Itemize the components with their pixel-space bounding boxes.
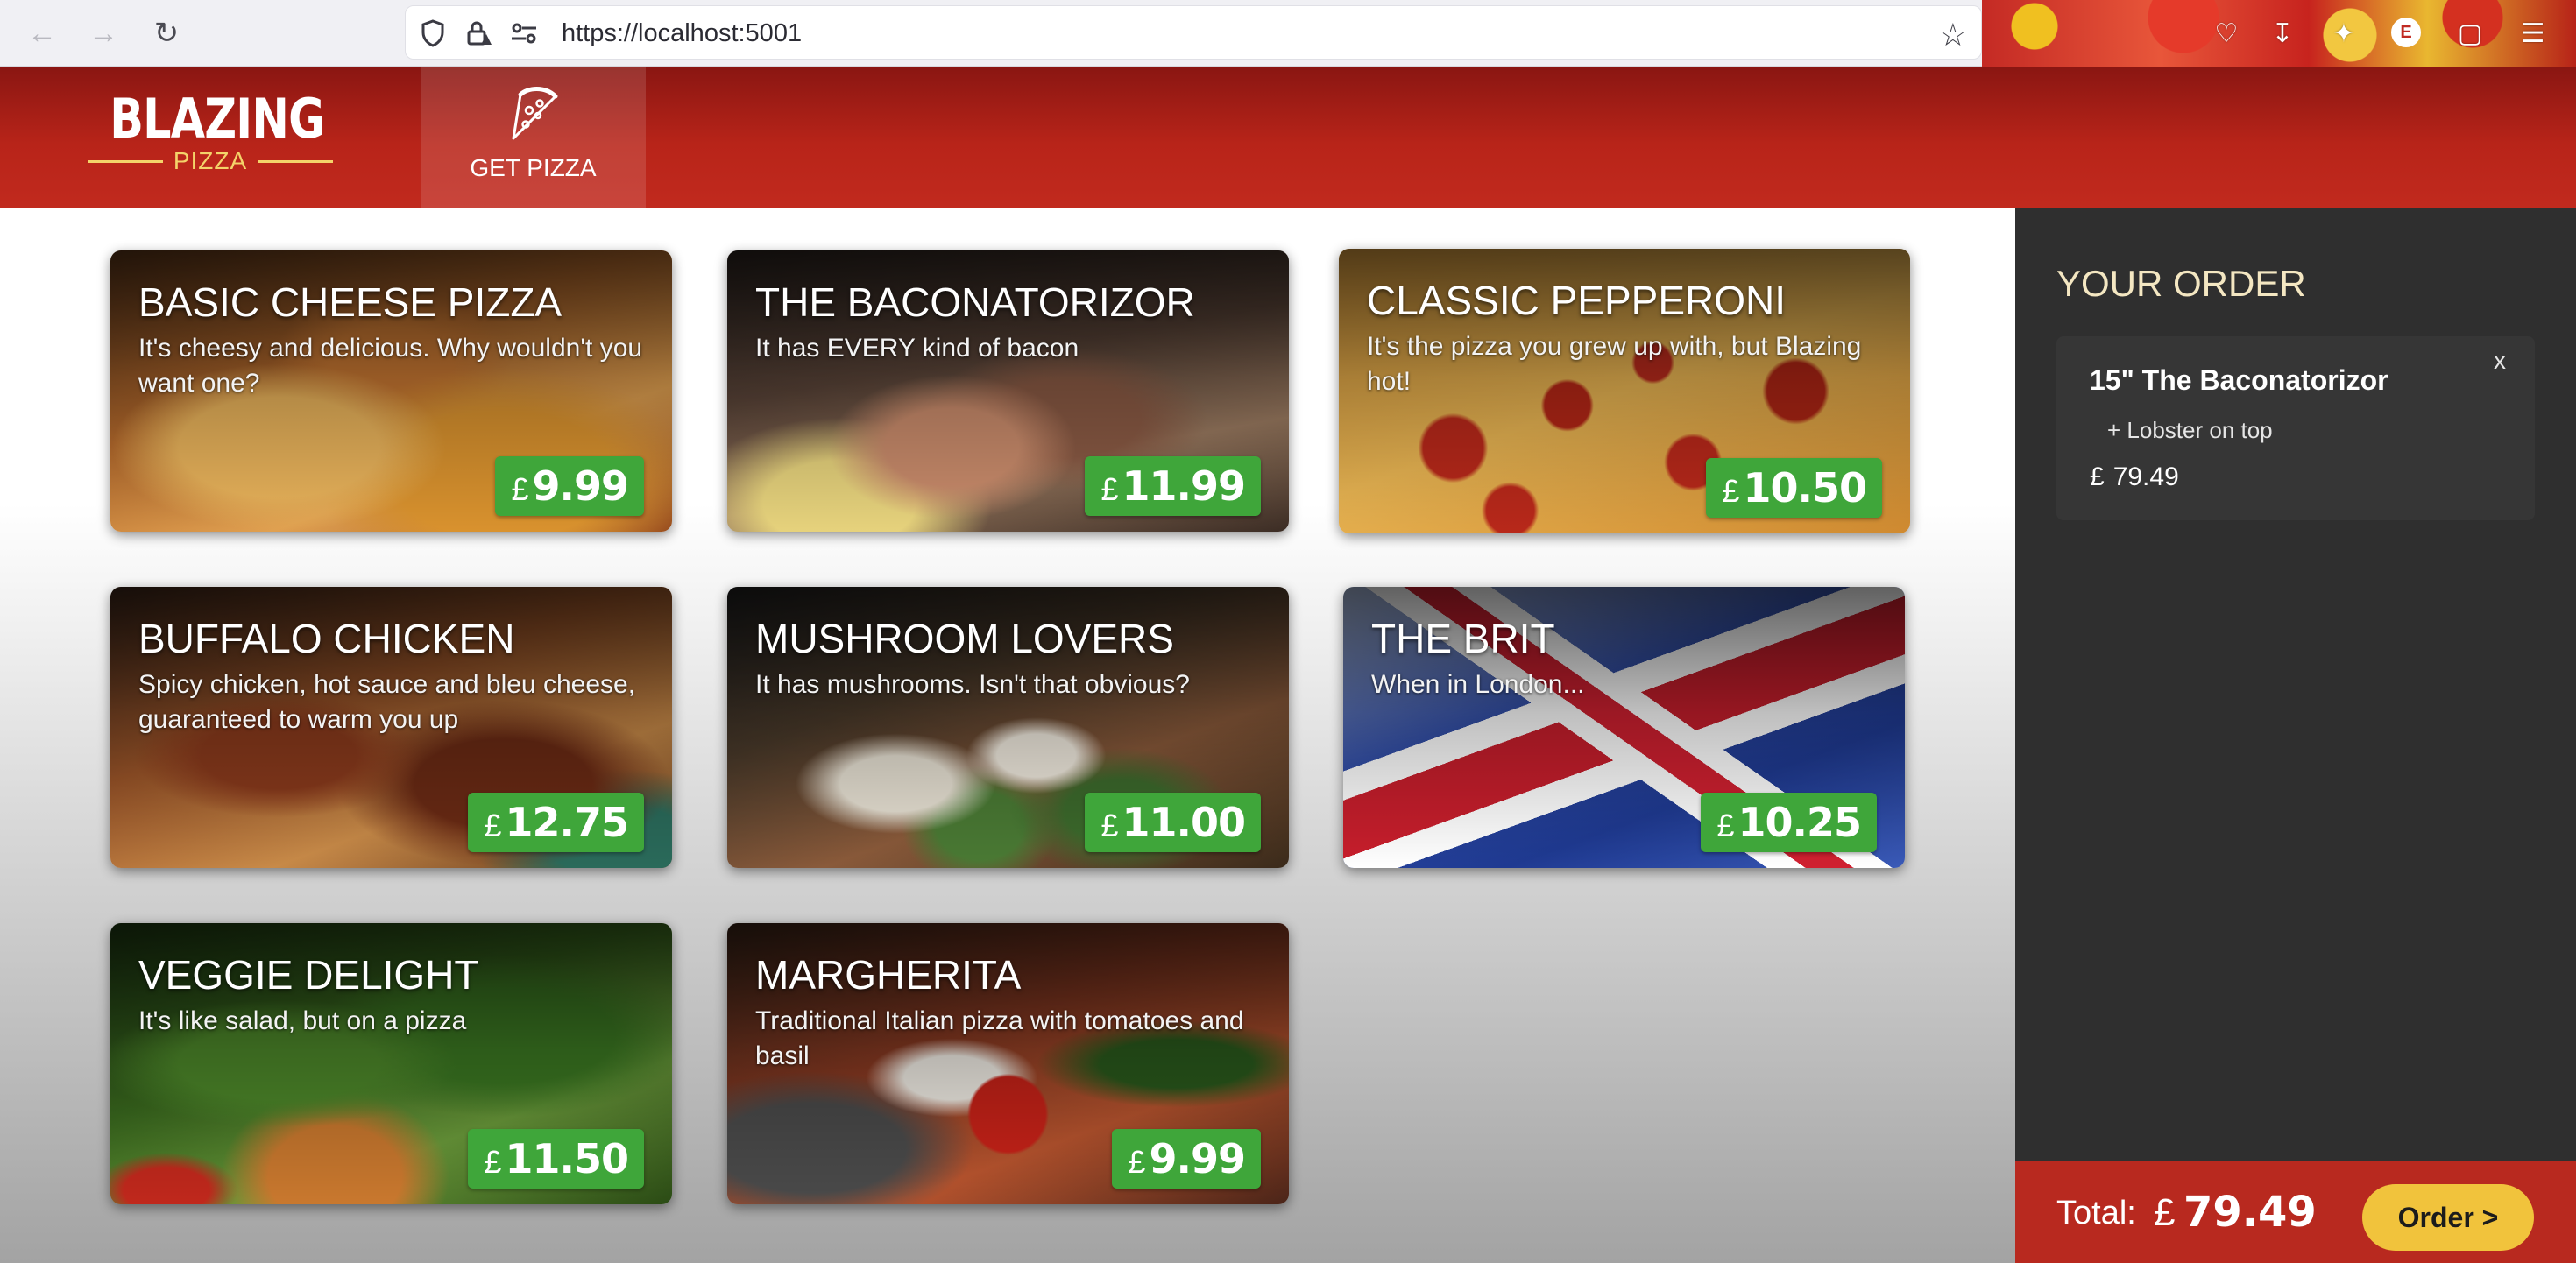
menu-icon[interactable]: ☰: [2515, 15, 2551, 52]
pizza-title: BUFFALO CHICKEN: [138, 616, 515, 661]
pizza-description: It's the pizza you grew up with, but Bla…: [1367, 332, 1862, 396]
pizza-card-margherita[interactable]: MARGHERITA Traditional Italian pizza wit…: [727, 923, 1289, 1204]
pizza-title: MUSHROOM LOVERS: [755, 616, 1174, 661]
pizza-description: It has EVERY kind of bacon: [755, 334, 1079, 363]
pizza-title: VEGGIE DELIGHT: [138, 952, 479, 998]
order-item-name: 15" The Baconatorizor: [2090, 364, 2388, 396]
logo-subtitle: PIZZA: [173, 147, 248, 174]
app-header: BLAZING PIZZA GET PIZZA: [0, 67, 2576, 208]
logo-title: BLAZING: [110, 87, 325, 151]
order-button[interactable]: Order >: [2362, 1184, 2534, 1251]
pizza-card-veggie-delight[interactable]: VEGGIE DELIGHT It's like salad, but on a…: [110, 923, 672, 1204]
bookmark-star-icon[interactable]: ☆: [1939, 17, 1967, 53]
pizza-slice-icon: [512, 87, 558, 140]
order-title: YOUR ORDER: [2056, 263, 2306, 304]
lock-warning-icon[interactable]: [462, 17, 495, 50]
pizza-title: BASIC CHEESE PIZZA: [138, 279, 563, 325]
pizza-card-buffalo-chicken[interactable]: BUFFALO CHICKEN Spicy chicken, hot sauce…: [110, 587, 672, 868]
pocket-icon[interactable]: ♡: [2208, 15, 2245, 52]
blazing-pizza-logo[interactable]: BLAZING PIZZA: [88, 91, 333, 187]
order-item-topping: + Lobster on top: [2107, 417, 2273, 443]
tools-icon[interactable]: ✦: [2325, 15, 2362, 52]
pizza-card-baconatorizor[interactable]: THE BACONATORIZOR It has EVERY kind of b…: [727, 250, 1289, 532]
extensions-icon[interactable]: ▢: [2452, 15, 2488, 52]
order-sidebar: YOUR ORDER x 15" The Baconatorizor + Lob…: [2015, 208, 2576, 1263]
browser-toolbar: ← → ↻ https://localhost:5001 ☆ ♡ ↧ ✦ E ▢…: [0, 0, 2576, 67]
url-text[interactable]: https://localhost:5001: [562, 19, 802, 48]
price-badge: £10.50: [1706, 458, 1882, 518]
back-icon[interactable]: ←: [25, 16, 60, 51]
pizza-card-classic-pepperoni[interactable]: CLASSIC PEPPERONI It's the pizza you gre…: [1339, 249, 1910, 533]
pizza-description: Spicy chicken, hot sauce and bleu cheese…: [138, 670, 636, 734]
price-badge: £10.25: [1701, 793, 1877, 852]
price-badge: £9.99: [1112, 1129, 1261, 1189]
pizza-card-the-brit[interactable]: THE BRIT When in London... £10.25: [1343, 587, 1905, 868]
order-total-bar: Total: £ 79.49 Order >: [2015, 1161, 2576, 1263]
pizza-description: Traditional Italian pizza with tomatoes …: [755, 1006, 1244, 1070]
permissions-icon[interactable]: [507, 17, 541, 50]
pizza-card-mushroom-lovers[interactable]: MUSHROOM LOVERS It has mushrooms. Isn't …: [727, 587, 1289, 868]
order-item: x 15" The Baconatorizor + Lobster on top…: [2056, 336, 2535, 520]
price-badge: £11.99: [1085, 456, 1261, 516]
address-bar[interactable]: https://localhost:5001 ☆: [405, 5, 1982, 60]
pizza-title: CLASSIC PEPPERONI: [1367, 278, 1787, 323]
nav-tab-label: GET PIZZA: [470, 154, 597, 181]
pizza-specials-area: BASIC CHEESE PIZZA It's cheesy and delic…: [0, 208, 2015, 1263]
pizza-description: It's cheesy and delicious. Why wouldn't …: [138, 334, 643, 398]
pizza-title: MARGHERITA: [755, 952, 1022, 998]
price-badge: £9.99: [495, 456, 644, 516]
pizza-description: It has mushrooms. Isn't that obvious?: [755, 670, 1190, 699]
price-badge: £11.50: [468, 1129, 644, 1189]
forward-icon[interactable]: →: [86, 16, 121, 51]
total-amount: 79.49: [2183, 1188, 2317, 1237]
pizza-title: THE BRIT: [1371, 616, 1555, 661]
downloads-icon[interactable]: ↧: [2264, 15, 2301, 52]
pizza-card-basic-cheese[interactable]: BASIC CHEESE PIZZA It's cheesy and delic…: [110, 250, 672, 532]
profile-avatar[interactable]: E: [2391, 18, 2421, 47]
nav-tab-get-pizza[interactable]: GET PIZZA: [421, 67, 646, 208]
total-currency: £: [2154, 1191, 2176, 1234]
remove-item-button[interactable]: x: [2484, 345, 2516, 377]
order-item-price: £79.49: [2090, 462, 2179, 491]
pizza-description: When in London...: [1371, 670, 1585, 699]
shield-icon[interactable]: [416, 17, 449, 50]
reload-icon[interactable]: ↻: [149, 16, 184, 51]
price-badge: £12.75: [468, 793, 644, 852]
pizza-description: It's like salad, but on a pizza: [138, 1006, 467, 1035]
pizza-title: THE BACONATORIZOR: [755, 279, 1195, 325]
price-badge: £11.00: [1085, 793, 1261, 852]
total-label: Total:: [2056, 1195, 2136, 1231]
